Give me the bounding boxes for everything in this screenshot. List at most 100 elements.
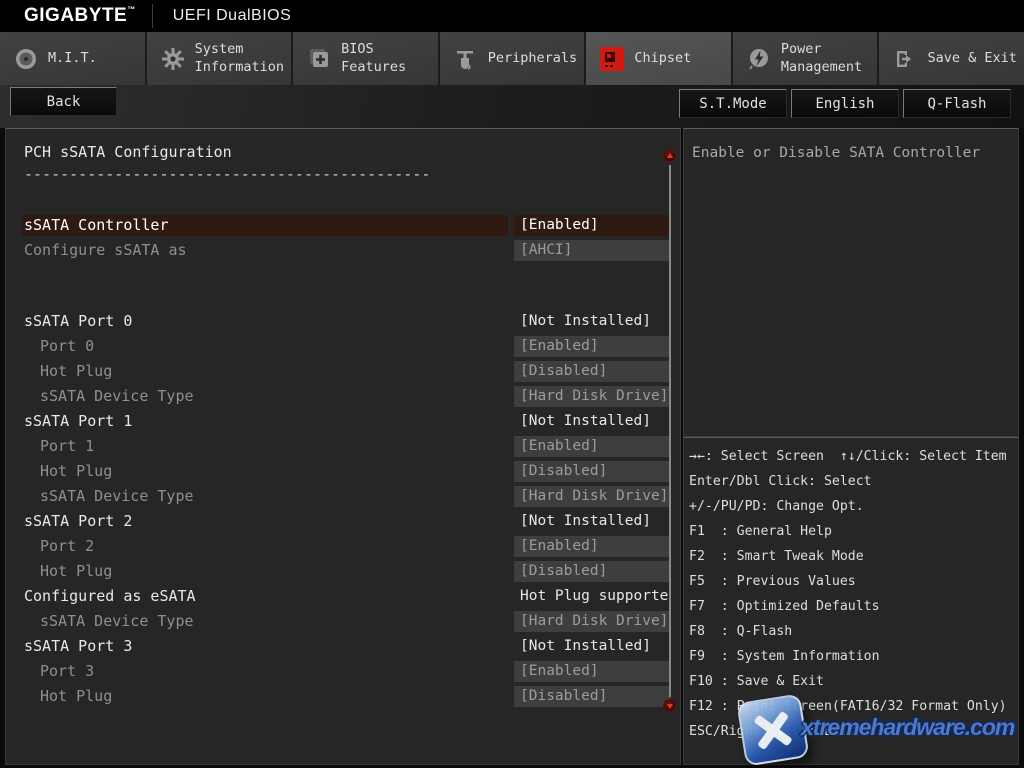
settings-row[interactable]: Port 3 [Enabled]: [22, 661, 671, 682]
settings-row[interactable]: sSATA Controller [Enabled]: [22, 215, 671, 236]
settings-row[interactable]: Configured as eSATA Hot Plug supported: [22, 586, 671, 607]
settings-row[interactable]: Port 0 [Enabled]: [22, 336, 671, 357]
setting-label: Port 1: [22, 436, 508, 457]
setting-value[interactable]: [Enabled]: [514, 661, 671, 682]
system-information-icon: [160, 46, 186, 72]
back-button[interactable]: Back: [10, 87, 117, 116]
legend-line: →←: Select Screen ↑↓/Click: Select Item: [689, 444, 1015, 469]
legend-line: F9 : System Information: [689, 644, 1015, 669]
tab-chipset[interactable]: Chipset: [586, 32, 733, 85]
legend-line: ESC/Right Click: Exit: [689, 719, 1015, 744]
setting-value[interactable]: [Hard Disk Drive]: [514, 611, 671, 632]
peripherals-icon: [453, 46, 479, 72]
gigabyte-logo: GIGABYTE™: [24, 5, 136, 27]
settings-row[interactable]: Port 1 [Enabled]: [22, 436, 671, 457]
setting-label: sSATA Port 3: [22, 636, 508, 657]
legend-line: F8 : Q-Flash: [689, 619, 1015, 644]
settings-row[interactable]: Hot Plug [Disabled]: [22, 686, 671, 707]
setting-value[interactable]: [Disabled]: [514, 461, 671, 482]
setting-label: sSATA Port 2: [22, 511, 508, 532]
settings-row[interactable]: Hot Plug [Disabled]: [22, 461, 671, 482]
setting-label: Port 2: [22, 536, 508, 557]
settings-row[interactable]: sSATA Device Type [Hard Disk Drive]: [22, 486, 671, 507]
setting-value[interactable]: [AHCI]: [514, 240, 671, 261]
tab-label: System Information: [195, 41, 284, 76]
setting-value[interactable]: [Disabled]: [514, 686, 671, 707]
tab-bios-features[interactable]: BIOS Features: [293, 32, 440, 85]
legend-line: F12 : Print Screen(FAT16/32 Format Only): [689, 694, 1015, 719]
page-title: PCH sSATA Configuration: [24, 143, 232, 161]
settings-row[interactable]: sSATA Device Type [Hard Disk Drive]: [22, 611, 671, 632]
help-description: Enable or Disable SATA Controller: [692, 145, 980, 161]
setting-label: sSATA Device Type: [22, 611, 508, 632]
setting-label: sSATA Port 1: [22, 411, 508, 432]
setting-value[interactable]: Hot Plug supported: [514, 586, 671, 607]
setting-value[interactable]: [Enabled]: [514, 436, 671, 457]
setting-value[interactable]: [Not Installed]: [514, 311, 671, 332]
stmode-button[interactable]: S.T.Mode: [679, 89, 787, 118]
setting-value[interactable]: [Not Installed]: [514, 411, 671, 432]
tab-label: M.I.T.: [48, 50, 97, 68]
trademark-mark: ™: [127, 5, 136, 14]
legend-line: F1 : General Help: [689, 519, 1015, 544]
setting-value[interactable]: [Disabled]: [514, 361, 671, 382]
qflash-button[interactable]: Q-Flash: [903, 89, 1011, 118]
mit-icon: [13, 46, 39, 72]
tab-label: Power Management: [781, 41, 862, 76]
scrollbar[interactable]: [669, 165, 671, 697]
tab-power-management[interactable]: Power Management: [733, 32, 880, 85]
brand-divider: [152, 4, 153, 28]
setting-label: sSATA Device Type: [22, 486, 508, 507]
setting-value[interactable]: [Hard Disk Drive]: [514, 486, 671, 507]
scroll-up-icon[interactable]: [663, 149, 676, 162]
legend-line: Enter/Dbl Click: Select: [689, 469, 1015, 494]
settings-row[interactable]: Hot Plug [Disabled]: [22, 561, 671, 582]
settings-row[interactable]: sSATA Port 3 [Not Installed]: [22, 636, 671, 657]
key-legend-panel: →←: Select Screen ↑↓/Click: Select ItemE…: [683, 437, 1019, 765]
setting-label: Configured as eSATA: [22, 586, 508, 607]
setting-value[interactable]: [Hard Disk Drive]: [514, 386, 671, 407]
setting-value[interactable]: [Enabled]: [514, 336, 671, 357]
tab-label: Save & Exit: [927, 50, 1016, 68]
settings-row[interactable]: sSATA Port 0 [Not Installed]: [22, 311, 671, 332]
settings-row[interactable]: sSATA Device Type [Hard Disk Drive]: [22, 386, 671, 407]
tab-system-information[interactable]: System Information: [147, 32, 294, 85]
top-bar: GIGABYTE™ UEFI DualBIOS: [0, 0, 1024, 32]
save-exit-icon: [892, 46, 918, 72]
setting-label: sSATA Port 0: [22, 311, 508, 332]
toolbar-strip: Back S.T.Mode English Q-Flash: [0, 85, 1024, 128]
settings-panel: PCH sSATA Configuration ----------------…: [5, 128, 681, 765]
settings-row[interactable]: sSATA Port 2 [Not Installed]: [22, 511, 671, 532]
tab-peripherals[interactable]: Peripherals: [440, 32, 587, 85]
setting-value[interactable]: [Not Installed]: [514, 636, 671, 657]
help-panel: Enable or Disable SATA Controller: [683, 128, 1019, 437]
legend-line: F2 : Smart Tweak Mode: [689, 544, 1015, 569]
bios-screen: GIGABYTE™ UEFI DualBIOS M.I.T. System In…: [0, 0, 1024, 768]
settings-row[interactable]: Configure sSATA as [AHCI]: [22, 240, 671, 261]
settings-rows: sSATA Controller [Enabled] Configure sSA…: [22, 215, 671, 711]
chipset-icon: [599, 46, 625, 72]
settings-row[interactable]: sSATA Port 1 [Not Installed]: [22, 411, 671, 432]
firmware-title: UEFI DualBIOS: [173, 7, 292, 25]
setting-value[interactable]: [Disabled]: [514, 561, 671, 582]
setting-value[interactable]: [Enabled]: [514, 536, 671, 557]
setting-label: Port 0: [22, 336, 508, 357]
setting-label: Hot Plug: [22, 461, 508, 482]
tab-label: BIOS Features: [341, 41, 406, 76]
bios-features-icon: [306, 46, 332, 72]
settings-row[interactable]: Hot Plug [Disabled]: [22, 361, 671, 382]
tab-save-exit[interactable]: Save & Exit: [879, 32, 1024, 85]
legend-line: F10 : Save & Exit: [689, 669, 1015, 694]
setting-label: Hot Plug: [22, 561, 508, 582]
tab-bar: M.I.T. System Information BIOS Features …: [0, 32, 1024, 85]
setting-label: sSATA Device Type: [22, 386, 508, 407]
key-legend: →←: Select Screen ↑↓/Click: Select ItemE…: [689, 444, 1015, 744]
settings-row[interactable]: Port 2 [Enabled]: [22, 536, 671, 557]
scroll-down-icon[interactable]: [663, 699, 676, 712]
setting-value[interactable]: [Enabled]: [514, 215, 671, 236]
tab-mit[interactable]: M.I.T.: [0, 32, 147, 85]
title-divider: ----------------------------------------…: [24, 165, 430, 183]
setting-value[interactable]: [Not Installed]: [514, 511, 671, 532]
tab-label: Chipset: [634, 50, 691, 68]
language-button[interactable]: English: [791, 89, 899, 118]
